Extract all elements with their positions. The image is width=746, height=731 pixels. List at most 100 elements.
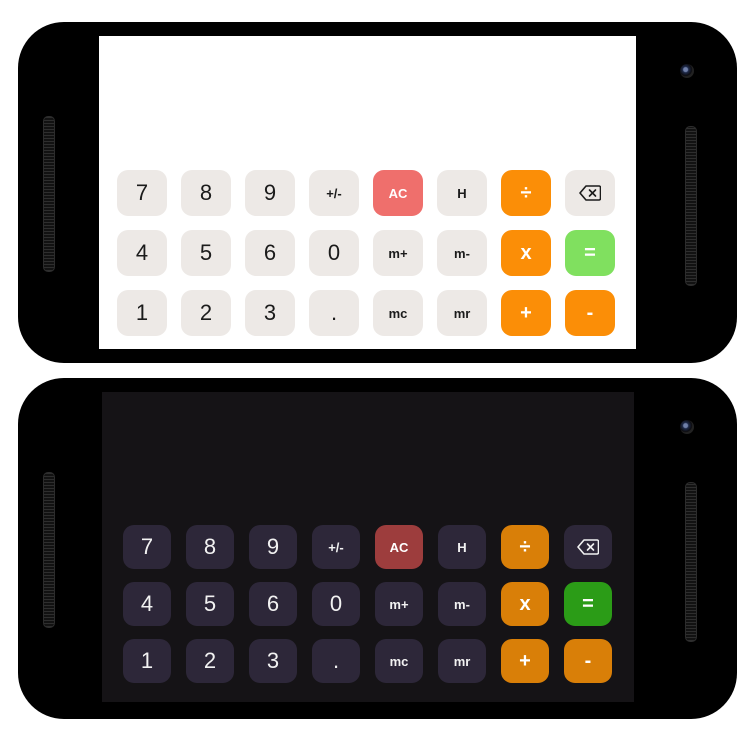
keypad: 7 8 9 +/- AC H ÷ 4 5 6 0 m+ m- x = 1 2 3	[123, 525, 612, 683]
key-4[interactable]: 4	[123, 582, 171, 626]
speaker-grille-icon	[685, 126, 697, 286]
backspace-icon	[579, 185, 601, 201]
key-4[interactable]: 4	[117, 230, 167, 276]
key-label: 8	[199, 180, 213, 205]
keypad: 7 8 9 +/- AC H ÷ 4 5 6 0 m+ m- x = 1 2 3	[117, 170, 615, 336]
calculator-screen-light: 7 8 9 +/- AC H ÷ 4 5 6 0 m+ m- x = 1 2 3	[99, 36, 636, 349]
key-label: mr	[453, 305, 471, 321]
equals-button[interactable]: =	[564, 582, 612, 626]
memory-subtract-button[interactable]: m-	[437, 230, 487, 276]
multiply-button[interactable]: x	[501, 230, 551, 276]
key-7[interactable]: 7	[117, 170, 167, 216]
key-label: mr	[453, 653, 471, 669]
key-2[interactable]: 2	[186, 639, 234, 683]
key-label: +	[519, 649, 531, 672]
key-label: 0	[329, 591, 343, 616]
multiply-button[interactable]: x	[501, 582, 549, 626]
memory-clear-button[interactable]: mc	[375, 639, 423, 683]
backspace-button[interactable]	[565, 170, 615, 216]
speaker-grille-icon	[685, 482, 697, 642]
speaker-grille-icon	[43, 472, 55, 628]
key-label: m+	[388, 245, 408, 261]
subtract-button[interactable]: -	[565, 290, 615, 336]
key-9[interactable]: 9	[245, 170, 295, 216]
decimal-point-button[interactable]: .	[312, 639, 360, 683]
memory-subtract-button[interactable]: m-	[438, 582, 486, 626]
key-9[interactable]: 9	[249, 525, 297, 569]
key-6[interactable]: 6	[245, 230, 295, 276]
key-label: ÷	[519, 535, 531, 558]
key-label: -	[586, 301, 594, 324]
divide-button[interactable]: ÷	[501, 170, 551, 216]
key-label: H	[457, 539, 467, 555]
memory-clear-button[interactable]: mc	[373, 290, 423, 336]
key-label: +/-	[328, 539, 344, 555]
key-label: 4	[140, 591, 154, 616]
all-clear-button[interactable]: AC	[375, 525, 423, 569]
key-label: 2	[199, 300, 213, 325]
key-label: 4	[135, 240, 149, 265]
key-label: AC	[388, 185, 408, 201]
memory-add-button[interactable]: m+	[375, 582, 423, 626]
key-5[interactable]: 5	[181, 230, 231, 276]
history-button[interactable]: H	[438, 525, 486, 569]
history-button[interactable]: H	[437, 170, 487, 216]
key-label: .	[330, 300, 338, 325]
plus-minus-button[interactable]: +/-	[312, 525, 360, 569]
divide-button[interactable]: ÷	[501, 525, 549, 569]
phone-light-theme: 7 8 9 +/- AC H ÷ 4 5 6 0 m+ m- x = 1 2 3	[18, 22, 737, 363]
key-label: 9	[266, 534, 280, 559]
key-3[interactable]: 3	[245, 290, 295, 336]
key-1[interactable]: 1	[123, 639, 171, 683]
key-label: =	[584, 241, 596, 264]
key-label: 2	[203, 648, 217, 673]
front-camera-icon	[680, 64, 694, 78]
key-7[interactable]: 7	[123, 525, 171, 569]
memory-recall-button[interactable]: mr	[437, 290, 487, 336]
decimal-point-button[interactable]: .	[309, 290, 359, 336]
key-label: 6	[263, 240, 277, 265]
plus-minus-button[interactable]: +/-	[309, 170, 359, 216]
key-8[interactable]: 8	[186, 525, 234, 569]
key-0[interactable]: 0	[309, 230, 359, 276]
equals-button[interactable]: =	[565, 230, 615, 276]
key-label: 5	[199, 240, 213, 265]
key-label: 8	[203, 534, 217, 559]
key-0[interactable]: 0	[312, 582, 360, 626]
key-2[interactable]: 2	[181, 290, 231, 336]
key-label: m+	[389, 596, 409, 612]
key-1[interactable]: 1	[117, 290, 167, 336]
key-label: 5	[203, 591, 217, 616]
backspace-icon	[577, 539, 599, 555]
memory-add-button[interactable]: m+	[373, 230, 423, 276]
backspace-button[interactable]	[564, 525, 612, 569]
key-6[interactable]: 6	[249, 582, 297, 626]
calculator-display	[102, 392, 634, 522]
add-button[interactable]: +	[501, 639, 549, 683]
speaker-grille-icon	[43, 116, 55, 272]
key-label: 1	[140, 648, 154, 673]
key-label: m-	[454, 245, 470, 261]
key-label: 7	[135, 180, 149, 205]
key-label: 3	[263, 300, 277, 325]
key-label: x	[519, 592, 531, 615]
subtract-button[interactable]: -	[564, 639, 612, 683]
key-label: -	[584, 649, 592, 672]
key-label: 7	[140, 534, 154, 559]
add-button[interactable]: +	[501, 290, 551, 336]
key-label: 9	[263, 180, 277, 205]
all-clear-button[interactable]: AC	[373, 170, 423, 216]
key-8[interactable]: 8	[181, 170, 231, 216]
key-5[interactable]: 5	[186, 582, 234, 626]
key-label: H	[457, 185, 467, 201]
key-label: m-	[454, 596, 470, 612]
key-label: +/-	[326, 185, 342, 201]
key-label: .	[332, 648, 340, 673]
phone-dark-theme: 7 8 9 +/- AC H ÷ 4 5 6 0 m+ m- x = 1 2 3	[18, 378, 737, 719]
memory-recall-button[interactable]: mr	[438, 639, 486, 683]
calculator-display	[99, 36, 636, 166]
key-label: 0	[327, 240, 341, 265]
key-label: AC	[389, 539, 409, 555]
key-3[interactable]: 3	[249, 639, 297, 683]
key-label: x	[520, 241, 532, 264]
